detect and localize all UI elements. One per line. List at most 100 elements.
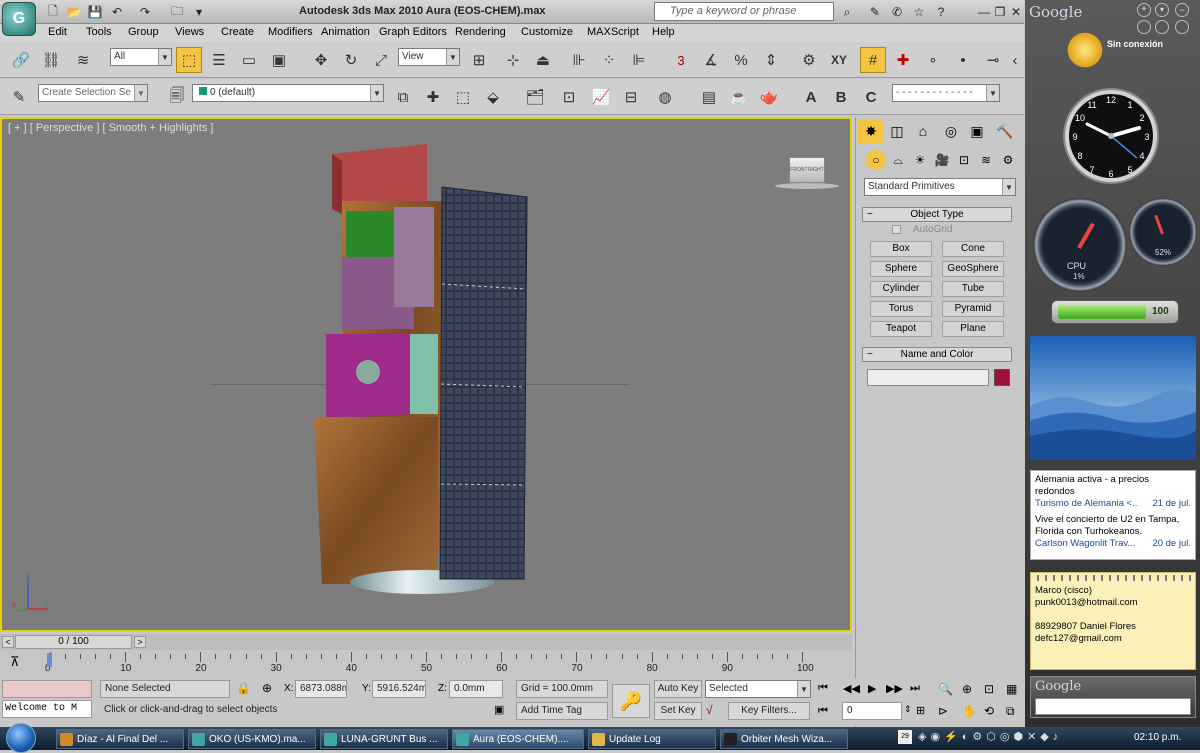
torus-button[interactable]: Torus bbox=[870, 301, 932, 317]
render-preset-b-icon[interactable]: B bbox=[828, 84, 854, 110]
autogrid-checkbox[interactable] bbox=[892, 225, 901, 234]
viewcube-front-label[interactable]: FRONT bbox=[790, 167, 807, 173]
google-search-input[interactable] bbox=[1035, 698, 1191, 715]
isolate-selection-icon[interactable]: ▣ bbox=[494, 703, 504, 716]
lights-icon[interactable]: ☀ bbox=[910, 150, 930, 170]
render-production-icon[interactable]: ☕ bbox=[726, 84, 752, 110]
align-icon[interactable]: ⊫ bbox=[626, 47, 652, 73]
named-selection-icon[interactable]: ⚙ bbox=[796, 47, 822, 73]
cameras-icon[interactable]: 🎥 bbox=[932, 150, 952, 170]
pan-view-icon[interactable]: ✋ bbox=[962, 704, 977, 718]
geometry-icon[interactable]: ○ bbox=[866, 150, 886, 170]
space-warps-icon[interactable]: ≋ bbox=[976, 150, 996, 170]
tube-button[interactable]: Tube bbox=[942, 281, 1004, 297]
app-menu-logo-icon[interactable]: G bbox=[2, 2, 36, 36]
y-coordinate-field[interactable]: 5916.524m bbox=[372, 680, 426, 698]
render-preset-a-icon[interactable]: A bbox=[798, 84, 824, 110]
menu-tools[interactable]: Tools bbox=[86, 26, 112, 38]
menu-rendering[interactable]: Rendering bbox=[455, 26, 506, 38]
teapot-button[interactable]: Teapot bbox=[870, 321, 932, 337]
auto-key-button[interactable]: Auto Key bbox=[654, 680, 702, 698]
edge-snap-icon[interactable]: ⊸ bbox=[980, 47, 1006, 73]
next-frame-icon[interactable]: ▶▶ bbox=[886, 682, 903, 695]
set-current-layer-icon[interactable]: ⬙ bbox=[480, 84, 506, 110]
go-to-start-icon[interactable]: ⏮ bbox=[818, 682, 828, 695]
time-slider-next-icon[interactable]: > bbox=[134, 636, 146, 648]
select-and-move-icon[interactable]: ✥ bbox=[308, 47, 334, 73]
favorites-star-icon[interactable]: ☆ bbox=[910, 3, 928, 21]
set-key-icon[interactable]: 🔑 bbox=[612, 684, 650, 718]
set-key-button[interactable]: Set Key bbox=[654, 702, 702, 720]
sidebar-dot-icon[interactable] bbox=[1155, 20, 1169, 34]
menu-animation[interactable]: Animation bbox=[321, 26, 370, 38]
viewcube-right-label[interactable]: RIGHT bbox=[808, 167, 824, 173]
select-by-name-icon[interactable]: ☰ bbox=[206, 47, 232, 73]
time-slider[interactable]: < 0 / 100 > bbox=[0, 634, 852, 650]
render-setup-icon[interactable]: ◍ bbox=[652, 84, 678, 110]
grid-snap-icon[interactable]: # bbox=[860, 47, 886, 73]
select-in-layer-icon[interactable]: ⬚ bbox=[450, 84, 476, 110]
modify-tab-icon[interactable]: ◫ bbox=[884, 119, 910, 143]
news-title[interactable]: Vive el concierto de U2 en Tampa, Florid… bbox=[1035, 514, 1191, 538]
communication-center-icon[interactable]: ✆ bbox=[888, 3, 906, 21]
viewport-label[interactable]: [ + ] [ Perspective ] [ Smooth + Highlig… bbox=[8, 122, 213, 134]
toolbar-scroll-icon[interactable]: ‹ bbox=[1008, 47, 1022, 73]
quick-access-dropdown-icon[interactable]: ▾ bbox=[190, 3, 208, 21]
constraint-xy-icon[interactable]: XY bbox=[826, 47, 852, 73]
menu-views[interactable]: Views bbox=[175, 26, 204, 38]
binoculars-icon[interactable]: ⌕ bbox=[838, 3, 856, 21]
utilities-tab-icon[interactable]: 🔨 bbox=[992, 119, 1018, 143]
pyramid-button[interactable]: Pyramid bbox=[942, 301, 1004, 317]
minimize-sidebar-icon[interactable]: − bbox=[1175, 3, 1189, 17]
sidebar-dot-icon[interactable] bbox=[1175, 20, 1189, 34]
menu-help[interactable]: Help bbox=[652, 26, 675, 38]
save-file-icon[interactable]: 💾 bbox=[86, 3, 104, 21]
field-of-view-icon[interactable]: ⊳ bbox=[938, 704, 948, 718]
taskbar-item[interactable]: Orbiter Mesh Wiza... bbox=[720, 729, 848, 749]
taskbar-clock[interactable]: 02:10 p.m. bbox=[1134, 732, 1181, 743]
zoom-icon[interactable]: 🔍 bbox=[938, 682, 953, 696]
perspective-viewport[interactable]: [ + ] [ Perspective ] [ Smooth + Highlig… bbox=[0, 117, 852, 632]
key-mode-dropdown[interactable]: Selected ▼ bbox=[705, 680, 811, 698]
menu-graph-editors[interactable]: Graph Editors bbox=[379, 26, 447, 38]
zoom-extents-all-icon[interactable]: ▦ bbox=[1006, 682, 1017, 696]
add-gadget-icon[interactable]: + bbox=[1137, 3, 1151, 17]
go-to-end-icon[interactable]: ⏭ bbox=[910, 682, 920, 695]
selection-lock-icon[interactable]: 🔒 bbox=[236, 681, 251, 695]
project-folder-icon[interactable]: 🗀 bbox=[168, 3, 186, 21]
start-button-icon[interactable] bbox=[6, 723, 36, 753]
material-editor-icon[interactable]: ⊟ bbox=[618, 84, 644, 110]
keyboard-shortcut-override-icon[interactable]: ⏏ bbox=[530, 47, 556, 73]
render-preset-c-icon[interactable]: C bbox=[858, 84, 884, 110]
close-button[interactable]: ✕ bbox=[1007, 3, 1025, 20]
box-mauve[interactable] bbox=[394, 207, 434, 307]
sidebar-dot-icon[interactable] bbox=[1137, 20, 1151, 34]
display-tab-icon[interactable]: ▣ bbox=[964, 119, 990, 143]
cone-button[interactable]: Cone bbox=[942, 241, 1004, 257]
maxscript-mini-listener[interactable]: Welcome to M bbox=[2, 700, 92, 718]
angle-snap-icon[interactable]: ∡ bbox=[698, 47, 724, 73]
taskbar-item-active[interactable]: Aura (EOS-CHEM).... bbox=[452, 729, 584, 749]
subscription-icon[interactable]: ✎ bbox=[866, 3, 884, 21]
quick-render-icon[interactable]: 🫖 bbox=[756, 84, 782, 110]
array-icon[interactable]: ⁘ bbox=[596, 47, 622, 73]
help-icon[interactable]: ? bbox=[932, 3, 950, 21]
unlink-selection-icon[interactable]: ⛓ bbox=[38, 47, 64, 73]
search-input[interactable]: Type a keyword or phrase bbox=[654, 2, 834, 21]
key-tangent-icon[interactable]: √ bbox=[706, 703, 713, 717]
midpoint-snap-icon[interactable]: ∘ bbox=[920, 47, 946, 73]
curve-editor-icon[interactable]: 📈 bbox=[588, 84, 614, 110]
time-slider-prev-icon[interactable]: < bbox=[2, 636, 14, 648]
shapes-icon[interactable]: ⌓ bbox=[888, 150, 908, 170]
satellite-model[interactable] bbox=[302, 139, 542, 609]
menu-modifiers[interactable]: Modifiers bbox=[268, 26, 313, 38]
selection-filter-dropdown[interactable]: All ▼ bbox=[110, 48, 172, 66]
new-layer-icon[interactable]: ⧉ bbox=[390, 84, 416, 110]
add-to-layer-icon[interactable]: ✚ bbox=[420, 84, 446, 110]
reference-coordinate-dropdown[interactable]: View ▼ bbox=[398, 48, 460, 66]
maximize-viewport-icon[interactable]: ⧉ bbox=[1006, 704, 1015, 719]
viewcube-compass-ring[interactable] bbox=[775, 183, 839, 189]
plane-button[interactable]: Plane bbox=[942, 321, 1004, 337]
box-teal[interactable] bbox=[410, 334, 438, 414]
news-source[interactable]: Carlson Wagonlit Trav... bbox=[1035, 538, 1135, 550]
